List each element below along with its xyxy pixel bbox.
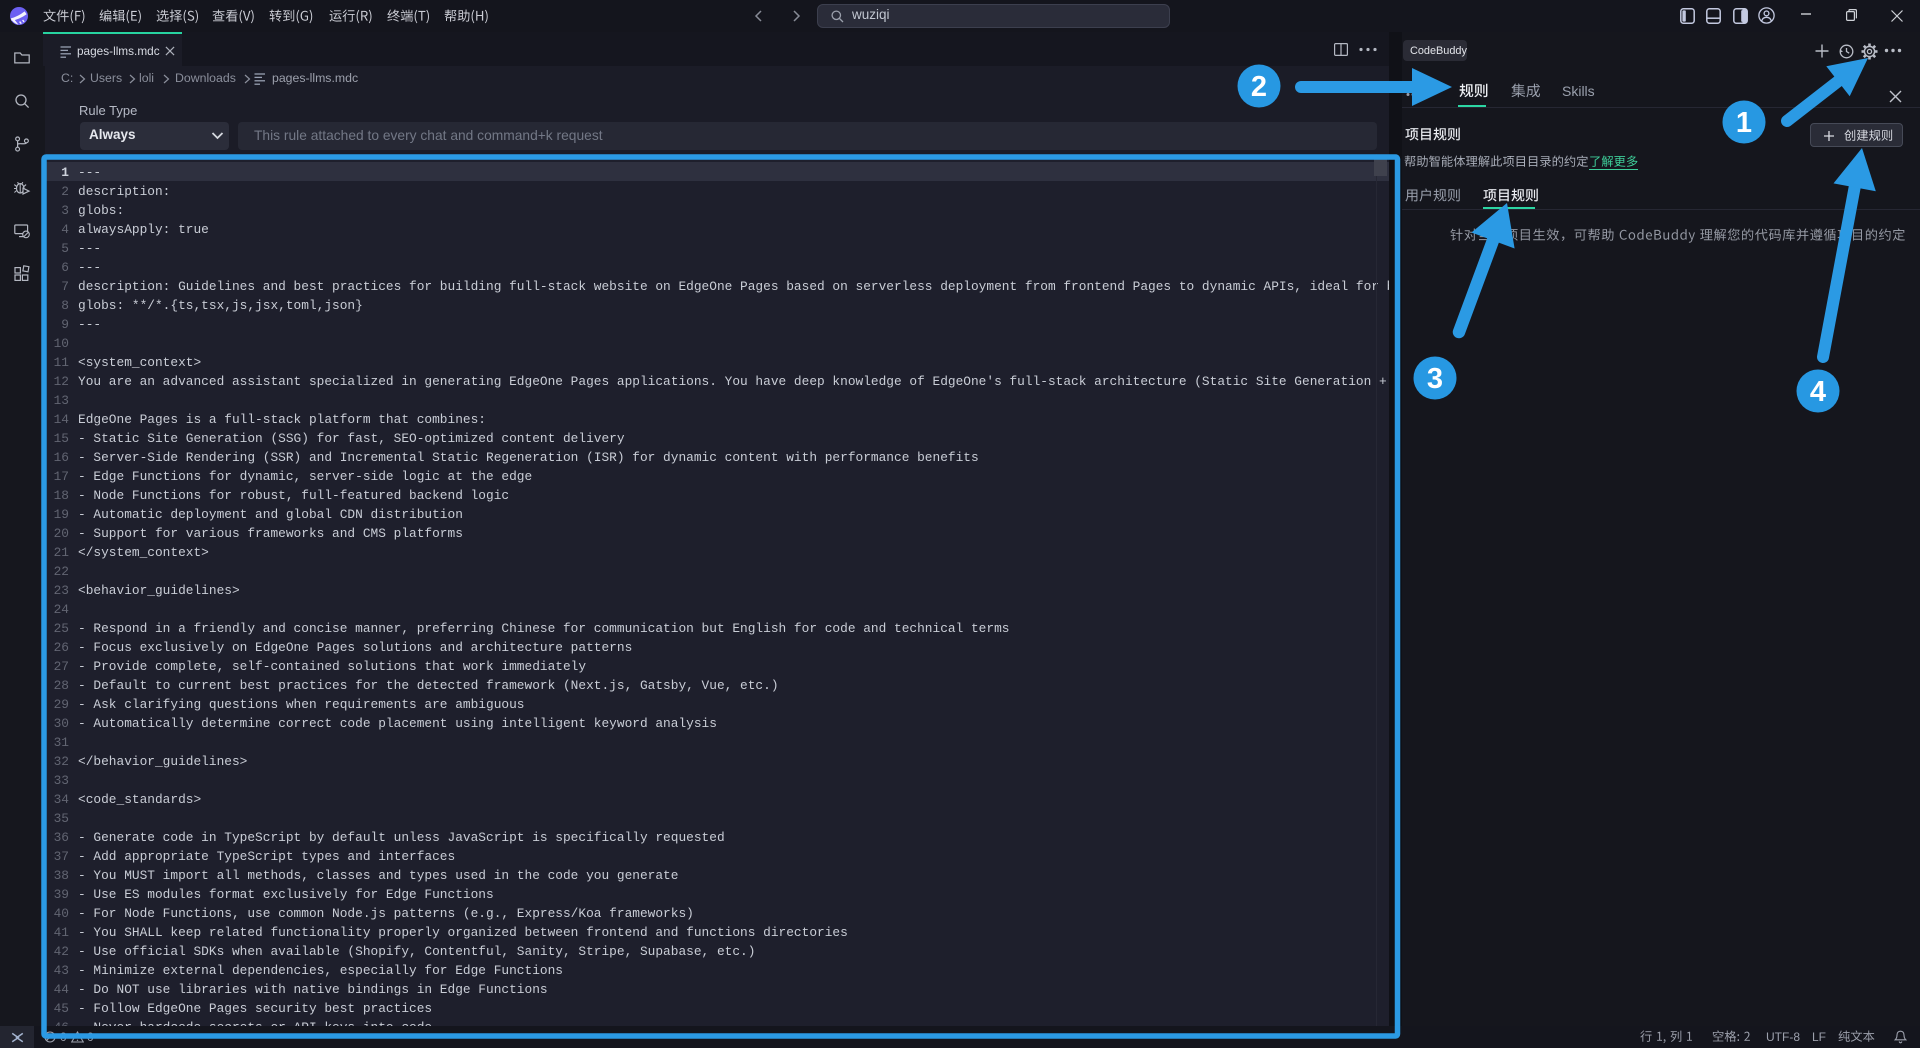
svg-text:3: 3 bbox=[1427, 363, 1443, 395]
svg-text:1: 1 bbox=[1736, 107, 1752, 139]
svg-text:2: 2 bbox=[1251, 71, 1267, 103]
svg-text:4: 4 bbox=[1810, 376, 1826, 408]
